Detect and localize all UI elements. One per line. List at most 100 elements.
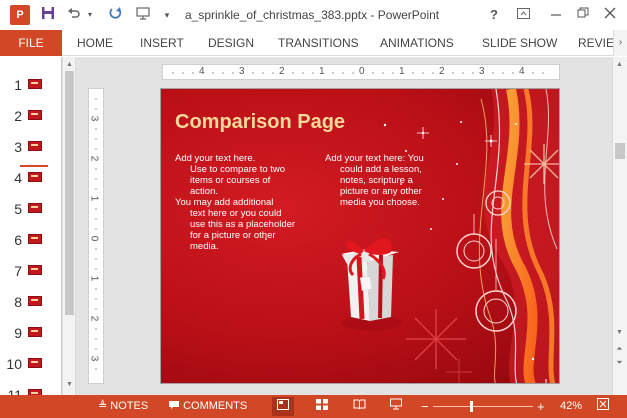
slide-thumbnail[interactable]: 4 [0, 170, 61, 190]
slide-thumbnail-image [28, 141, 42, 151]
ruler-number: 4 [199, 66, 205, 77]
slide-thumbnail[interactable]: 6 [0, 232, 61, 252]
save-icon[interactable] [38, 5, 58, 25]
slide-thumbnail[interactable]: 10 [0, 356, 61, 376]
slide-thumbnail-image [28, 358, 42, 368]
text-line: picture or any other [340, 186, 422, 197]
slide-thumbnail[interactable]: 7 [0, 263, 61, 283]
restore-icon[interactable] [572, 4, 594, 26]
text-line: use this as a placeholder [190, 219, 296, 230]
ribbon-scroll-right-icon[interactable]: › [613, 30, 627, 56]
ruler-number: 3 [479, 66, 485, 77]
slide-thumbnail-image [28, 234, 42, 244]
notes-button[interactable]: ≜ NOTES [98, 395, 148, 418]
powerpoint-app-icon[interactable]: P [10, 5, 30, 25]
tab-insert[interactable]: INSERT [140, 30, 184, 56]
slide-number: 9 [14, 325, 22, 341]
ruler-number: 1 [399, 66, 405, 77]
tab-animations[interactable]: ANIMATIONS [380, 30, 454, 56]
zoom-slider-thumb[interactable] [470, 401, 473, 412]
ruler-number: 0 [88, 235, 100, 242]
scroll-down-icon[interactable]: ▼ [63, 379, 76, 391]
zoom-level[interactable]: 42% [560, 395, 582, 418]
close-icon[interactable] [599, 4, 621, 26]
text-line: action. [190, 186, 218, 197]
ribbon-display-options-icon[interactable] [512, 4, 534, 26]
ruler-number: 1 [319, 66, 325, 77]
slide-scrollbar[interactable]: ▲ ▼ ⏶ ⏷ [612, 57, 627, 395]
ruler-number: 4 [519, 66, 525, 77]
scrollbar-thumb[interactable] [65, 71, 74, 315]
slideshow-icon[interactable] [385, 397, 407, 416]
zoom-out-button[interactable]: − [421, 395, 429, 418]
slide-thumbnail-image [28, 296, 42, 306]
text-line: media. [190, 241, 219, 252]
slide-thumbnail[interactable]: 11 [0, 387, 61, 395]
text-line: text here or you could [190, 208, 282, 219]
slide-thumbnail-image [28, 79, 42, 89]
scrollbar-thumb[interactable] [615, 143, 625, 159]
tab-home[interactable]: HOME [77, 30, 113, 56]
slide-thumbnail-image [28, 265, 42, 275]
text-line: Add your text here. [175, 153, 256, 164]
slide-thumbnail-image [28, 203, 42, 213]
slide-thumbnail[interactable]: 5 [0, 201, 61, 221]
scroll-up-icon[interactable]: ▲ [613, 59, 626, 71]
ruler-number: 1 [88, 195, 100, 202]
comments-button[interactable]: COMMENTS [168, 395, 247, 418]
slide-number: 2 [14, 108, 22, 124]
tab-design[interactable]: DESIGN [208, 30, 254, 56]
tab-transitions[interactable]: TRANSITIONS [278, 30, 359, 56]
customize-qat-icon[interactable]: ▾ [160, 5, 174, 25]
redo-icon[interactable] [106, 5, 126, 25]
text-line: Use to compare to two [190, 164, 286, 175]
tab-slide-show[interactable]: SLIDE SHOW [482, 30, 557, 56]
help-button[interactable]: ? [483, 4, 505, 26]
previous-slide-icon[interactable]: ⏶ [613, 343, 626, 355]
start-from-beginning-icon[interactable] [134, 5, 154, 25]
file-tab[interactable]: FILE [0, 30, 62, 56]
slide-title[interactable]: Comparison Page [175, 111, 345, 134]
slide-thumbnail-image [28, 110, 42, 120]
minimize-icon[interactable] [545, 4, 567, 26]
notes-icon: ≜ [98, 400, 108, 412]
scroll-up-icon[interactable]: ▲ [63, 59, 76, 71]
slide-number: 4 [14, 170, 22, 186]
scroll-down-icon[interactable]: ▼ [613, 327, 626, 339]
slide-number: 10 [6, 356, 22, 372]
slide-number: 11 [7, 387, 22, 395]
fit-slide-icon[interactable] [592, 397, 614, 416]
slide-thumbnail[interactable]: 8 [0, 294, 61, 314]
right-text-placeholder[interactable]: Add your text here: You could add a less… [325, 153, 424, 208]
undo-icon[interactable] [64, 5, 84, 25]
slide-canvas[interactable]: Comparison Page Add your text here. Use … [160, 88, 560, 384]
ruler-number: 1 [88, 275, 100, 282]
slide-number: 8 [14, 294, 22, 310]
undo-dropdown-icon[interactable]: ▾ [84, 5, 96, 25]
next-slide-icon[interactable]: ⏷ [613, 357, 626, 369]
ruler-number: 2 [88, 155, 100, 162]
ruler-number: 2 [439, 66, 445, 77]
normal-view-icon[interactable] [272, 397, 294, 416]
slide-thumbnail[interactable]: 2 [0, 108, 61, 128]
tab-review[interactable]: REVIEW [578, 30, 613, 56]
slide-thumbnail-pane[interactable]: 1 2 3 4 5 6 7 8 9 10 11 [0, 57, 62, 395]
zoom-in-button[interactable]: + [537, 395, 545, 418]
reading-view-icon[interactable] [348, 397, 370, 416]
comments-label: COMMENTS [183, 400, 248, 412]
slide-sorter-icon[interactable] [311, 397, 333, 416]
left-text-placeholder[interactable]: Add your text here. Use to compare to tw… [175, 153, 295, 252]
zoom-slider-track[interactable] [433, 406, 533, 407]
slide-number: 7 [14, 263, 22, 279]
text-line: media you choose. [340, 197, 420, 208]
insertion-marker [20, 165, 48, 167]
slide-number: 6 [14, 232, 22, 248]
slide-thumbnail[interactable]: 9 [0, 325, 61, 345]
text-line: Add your text here: You [325, 153, 424, 164]
slide-thumbnail[interactable]: 1 [0, 77, 61, 97]
slide-number: 5 [14, 201, 22, 217]
horizontal-ruler: 4 3 2 1 0 1 2 3 4 [162, 64, 560, 80]
comment-icon [168, 400, 183, 412]
thumbnail-scrollbar[interactable]: ▲ ▼ [62, 57, 76, 395]
slide-thumbnail[interactable]: 3 [0, 139, 61, 159]
